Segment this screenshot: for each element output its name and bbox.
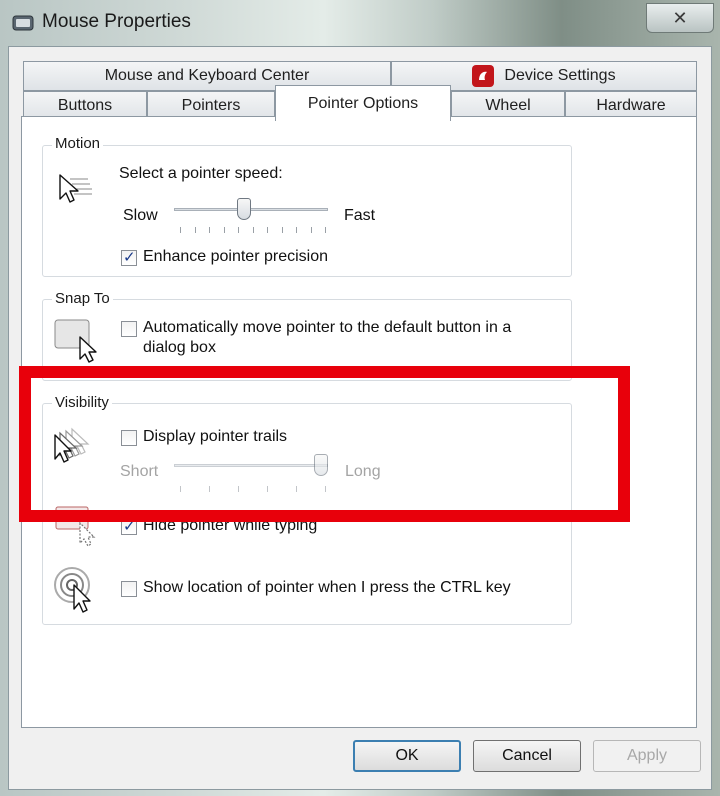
speed-fast-label: Fast	[344, 207, 376, 224]
snap-to-group	[42, 299, 572, 381]
pointer-trails-icon	[54, 427, 90, 463]
slider-tick	[194, 227, 196, 233]
close-button[interactable]: ✕	[646, 3, 714, 33]
enhance-precision-label: Enhance pointer precision	[143, 248, 329, 265]
slider-tick	[325, 227, 326, 233]
slider-tick	[180, 227, 181, 233]
tab-label: Hardware	[596, 97, 666, 114]
slider-tick	[267, 486, 268, 492]
ctrl-locate-pointer-icon	[54, 567, 91, 613]
pointer-speed-label: Select a pointer speed:	[119, 165, 283, 182]
ok-button[interactable]: OK	[353, 740, 461, 772]
title-bar[interactable]: Mouse Properties ✕	[0, 0, 720, 46]
slider-tick	[267, 227, 268, 233]
trail-length-slider-thumb[interactable]	[314, 454, 328, 476]
trail-length-track[interactable]	[174, 464, 328, 467]
slider-tick	[180, 486, 181, 492]
slider-tick	[209, 227, 210, 233]
ctrl-locate-label: Show location of pointer when I press th…	[143, 579, 511, 596]
hide-while-typing-checkbox[interactable]	[121, 517, 137, 535]
pointer-speed-ticks	[180, 227, 326, 233]
snap-to-default-checkbox[interactable]	[121, 321, 137, 337]
tab-label: Buttons	[57, 97, 113, 114]
slider-tick	[252, 227, 254, 233]
pointer-options-panel: Motion Select a pointer speed: Slow Fast…	[21, 116, 697, 728]
slider-tick	[325, 486, 326, 492]
device-settings-icon	[472, 65, 495, 87]
hide-while-typing-icon	[55, 506, 96, 547]
pointer-trails-label: Display pointer trails	[143, 428, 288, 445]
slider-tick	[223, 227, 225, 233]
window-title: Mouse Properties	[42, 11, 191, 32]
cancel-button[interactable]: Cancel	[473, 740, 581, 772]
speed-slow-label: Slow	[123, 207, 158, 224]
mouse-properties-window: Mouse Properties ✕ Mouse and Keyboard Ce…	[0, 0, 720, 796]
motion-group-title: Motion	[52, 135, 104, 152]
slider-tick	[281, 227, 283, 233]
pointer-trails-checkbox[interactable]	[121, 430, 137, 446]
hide-while-typing-label: Hide pointer while typing	[143, 517, 318, 534]
ctrl-locate-checkbox[interactable]	[121, 581, 137, 597]
pointer-speed-slider-thumb[interactable]	[237, 198, 251, 220]
slider-tick	[310, 227, 312, 233]
tab-label: Pointer Options	[307, 94, 419, 112]
mouse-properties-icon	[12, 15, 34, 31]
snap-to-label-line1: Automatically move pointer to the defaul…	[143, 319, 512, 336]
tab-label: Wheel	[485, 97, 531, 114]
tab-label: Mouse and Keyboard Center	[104, 67, 310, 84]
tab-pointer-options[interactable]: Pointer Options	[275, 85, 451, 121]
slider-tick	[238, 486, 239, 492]
apply-button[interactable]: Apply	[593, 740, 701, 772]
visibility-group-title: Visibility	[52, 394, 112, 411]
trail-length-ticks	[180, 486, 326, 492]
slider-tick	[209, 486, 210, 492]
snap-to-group-title: Snap To	[52, 290, 113, 307]
snap-to-button-icon	[54, 319, 97, 363]
slider-tick	[238, 227, 239, 233]
trails-long-label: Long	[345, 463, 381, 480]
tab-label: Device Settings	[504, 67, 616, 84]
close-icon: ✕	[672, 7, 688, 28]
pointer-speed-icon	[59, 174, 92, 203]
slider-tick	[296, 227, 297, 233]
snap-to-label-line2: dialog box	[143, 339, 216, 356]
pointer-speed-track[interactable]	[174, 208, 328, 211]
trails-short-label: Short	[120, 463, 159, 480]
slider-tick	[296, 486, 297, 492]
tab-label: Pointers	[181, 97, 241, 114]
enhance-precision-checkbox[interactable]	[121, 248, 137, 266]
